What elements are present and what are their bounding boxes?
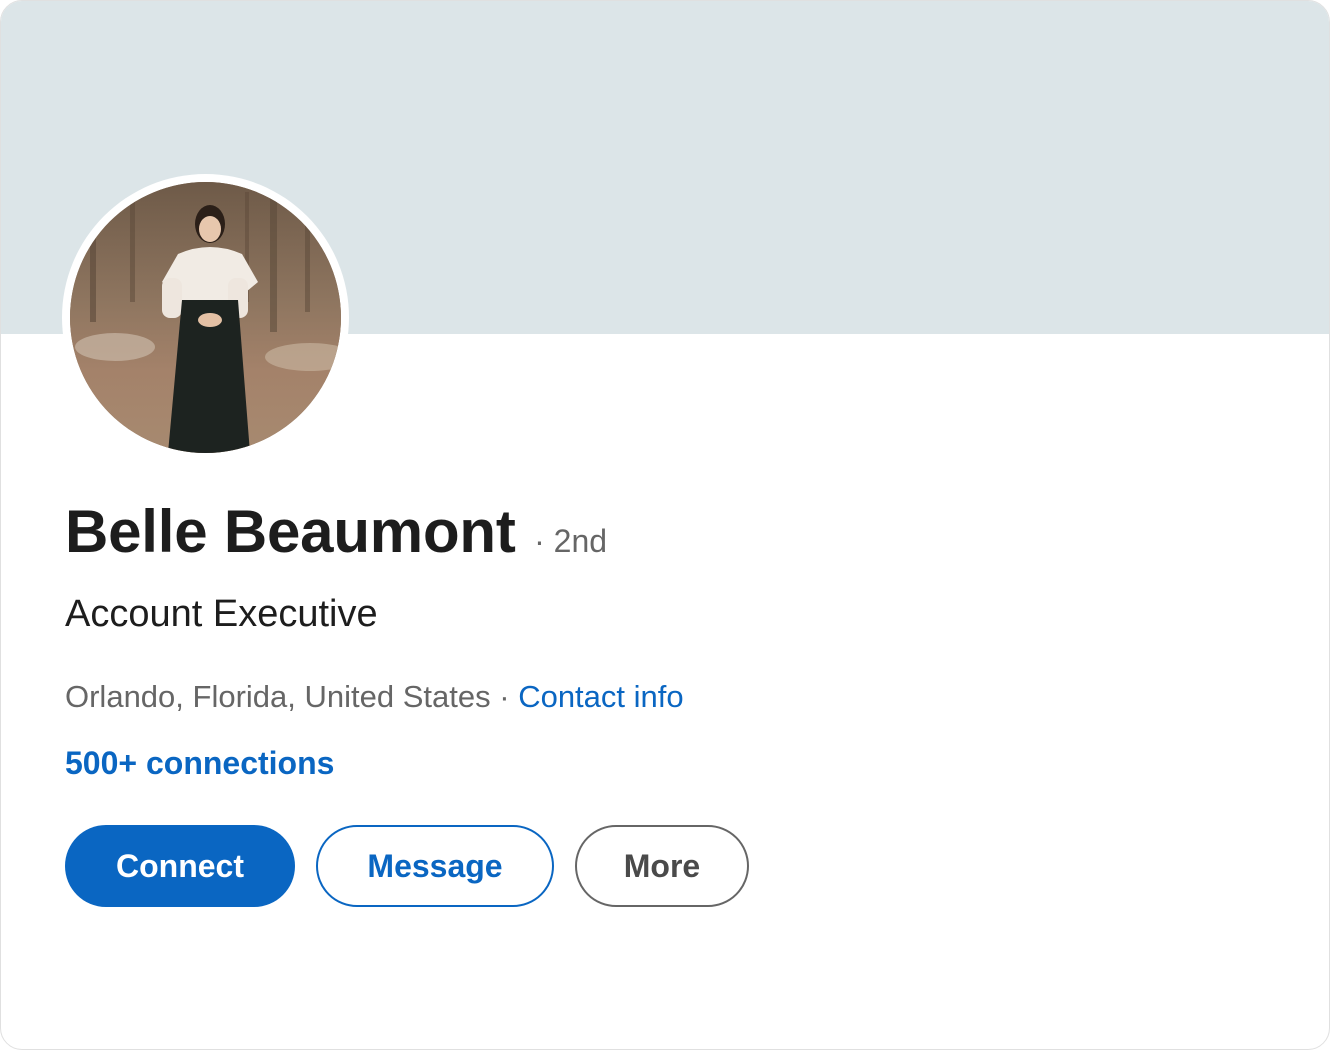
message-button[interactable]: Message xyxy=(316,825,554,907)
contact-info-link[interactable]: Contact info xyxy=(518,679,683,714)
avatar[interactable] xyxy=(70,182,341,453)
location-row: Orlando, Florida, United States · Contac… xyxy=(65,679,684,715)
profile-headline: Account Executive xyxy=(65,593,378,635)
avatar-photo xyxy=(70,182,341,453)
connection-degree: · 2nd xyxy=(534,523,608,559)
more-button[interactable]: More xyxy=(575,825,749,907)
profile-location: Orlando, Florida, United States xyxy=(65,679,491,714)
connections-link[interactable]: 500+ connections xyxy=(65,745,334,782)
name-row: Belle Beaumont · 2nd xyxy=(65,497,607,566)
connect-button[interactable]: Connect xyxy=(65,825,295,907)
location-separator: · xyxy=(499,679,510,714)
profile-name: Belle Beaumont xyxy=(65,498,516,565)
profile-card: Belle Beaumont · 2nd Account Executive O… xyxy=(0,0,1330,1050)
